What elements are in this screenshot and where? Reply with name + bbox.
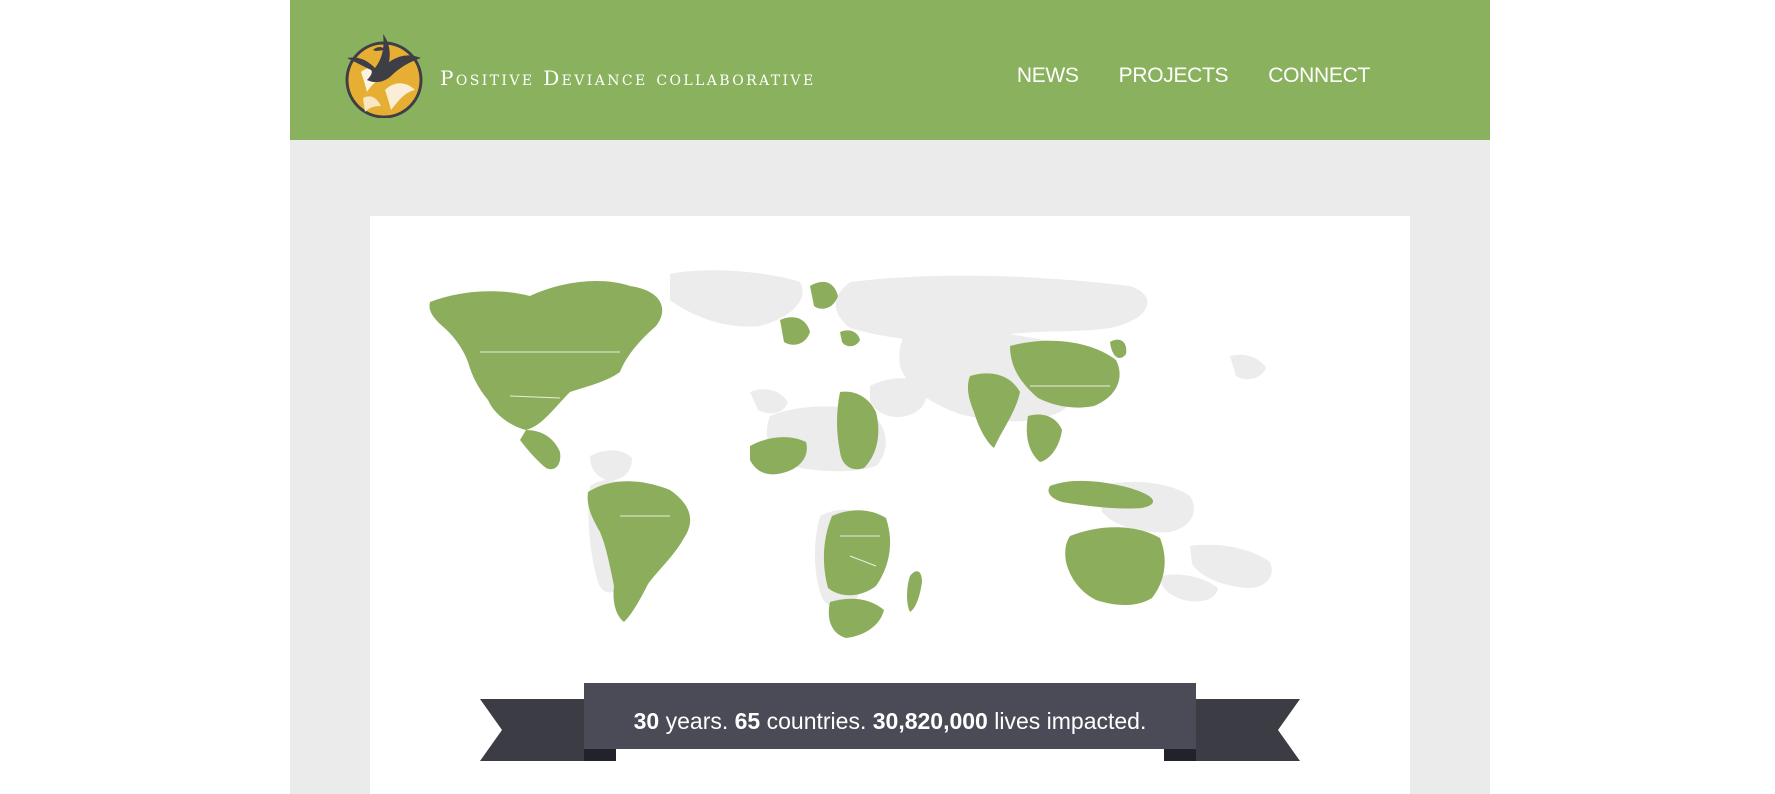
brand-name[interactable]: Positive Deviance collaborative [440, 66, 816, 90]
countries-label: countries. [760, 708, 873, 734]
logo-icon[interactable] [345, 20, 423, 119]
years-label: years. [659, 708, 735, 734]
countries-value: 65 [734, 708, 761, 734]
nav-projects[interactable]: PROJECTS [1119, 64, 1229, 88]
nav-connect[interactable]: CONNECT [1268, 64, 1370, 88]
nav-news[interactable]: NEWS [1017, 64, 1079, 88]
site-header: Positive Deviance collaborative NEWS PRO… [290, 0, 1490, 140]
lives-label: lives impacted. [987, 708, 1147, 734]
page: Positive Deviance collaborative NEWS PRO… [290, 0, 1490, 794]
impact-card: 30 years. 65 countries. 30,820,000 lives… [370, 216, 1410, 794]
main-nav: NEWS PROJECTS CONNECT [1017, 64, 1370, 88]
years-value: 30 [633, 708, 660, 734]
impact-stats: 30 years. 65 countries. 30,820,000 lives… [584, 700, 1196, 742]
lives-value: 30,820,000 [872, 708, 988, 734]
